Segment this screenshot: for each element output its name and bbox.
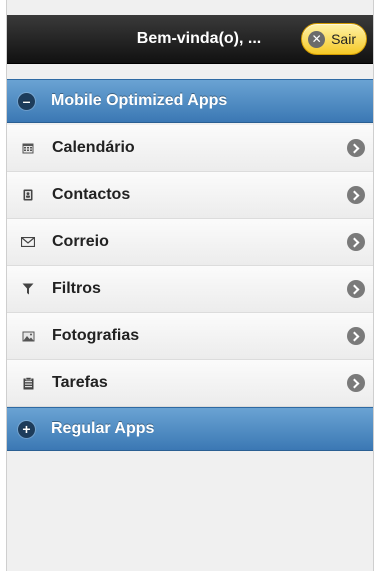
item-label: Fotografias [52,327,140,344]
plus-circle-icon: + [18,420,35,438]
chevron-right-icon [347,280,365,298]
item-label: Correio [52,233,109,250]
chevron-right-icon [347,327,365,345]
app-frame: Bem-vinda(o), ... ✕ Sair – Mobile Optimi… [6,0,374,571]
chevron-right-icon [347,139,365,157]
image-icon [21,329,35,343]
list-item-calendario[interactable]: Calendário [7,125,373,172]
minus-circle-icon: – [18,92,35,110]
close-circle-icon: ✕ [308,30,326,48]
item-label: Calendário [52,139,135,156]
address-book-icon [21,188,35,202]
chevron-right-icon [347,233,365,251]
list-item-fotografias[interactable]: Fotografias [7,313,373,360]
envelope-icon [21,235,35,249]
list-item-tarefas[interactable]: Tarefas [7,360,373,407]
calendar-icon [21,141,35,155]
list-item-correio[interactable]: Correio [7,219,373,266]
chevron-right-icon [347,374,365,392]
top-bar: Bem-vinda(o), ... ✕ Sair [7,15,373,64]
clipboard-icon [21,376,35,390]
list-item-contactos[interactable]: Contactos [7,172,373,219]
section-label: Mobile Optimized Apps [51,92,228,109]
section-mobile-optimized-apps[interactable]: – Mobile Optimized Apps [7,79,373,123]
logout-label: Sair [331,31,356,47]
list-item-filtros[interactable]: Filtros [7,266,373,313]
spacer [7,64,373,79]
app-list: Calendário Contactos Correio Filtros Fot… [7,125,373,407]
chevron-right-icon [347,186,365,204]
item-label: Contactos [52,186,131,203]
item-label: Filtros [52,280,101,297]
item-label: Tarefas [52,374,108,391]
filter-icon [21,282,35,296]
section-label: Regular Apps [51,420,155,437]
section-regular-apps[interactable]: + Regular Apps [7,407,373,451]
logout-button[interactable]: ✕ Sair [301,23,367,55]
